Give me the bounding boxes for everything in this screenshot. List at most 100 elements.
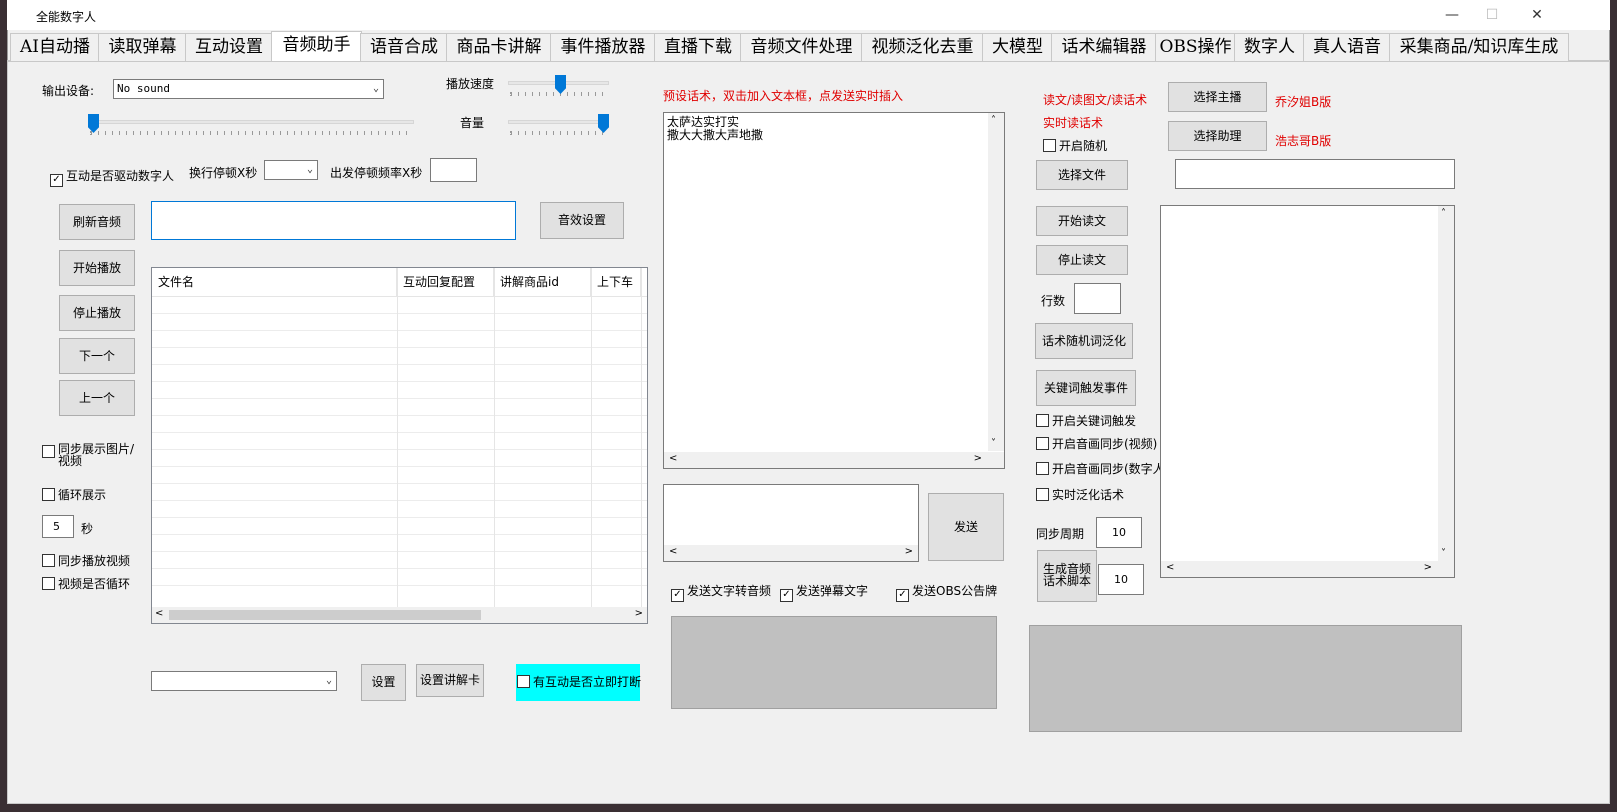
tab-live-download[interactable]: 直播下载 (654, 33, 742, 61)
table-row[interactable] (152, 483, 647, 484)
bottom-select[interactable]: ⌄ (151, 671, 337, 691)
scroll-right-icon[interactable]: > (635, 608, 643, 619)
column-header-product-id[interactable]: 讲解商品id (494, 268, 591, 296)
loop-show-checkbox[interactable]: 循环展示 (42, 486, 106, 503)
table-row[interactable] (152, 517, 647, 518)
show-seconds-input[interactable]: 5 (42, 515, 74, 538)
generate-count-input[interactable]: 10 (1098, 564, 1144, 595)
table-row[interactable] (152, 500, 647, 501)
interrupt-checkbox[interactable]: 有互动是否立即打断 (516, 664, 641, 701)
column-header-extra[interactable]: E (641, 268, 647, 296)
table-row[interactable] (152, 466, 647, 467)
scroll-right-icon[interactable]: > (1424, 562, 1432, 573)
scroll-left-icon[interactable]: < (1166, 562, 1174, 573)
column-header-reply-config[interactable]: 互动回复配置 (397, 268, 494, 296)
audio-text-input[interactable] (151, 201, 516, 240)
select-host-button[interactable]: 选择主播 (1168, 82, 1267, 112)
table-row[interactable] (152, 432, 647, 433)
preset-vertical-scrollbar[interactable]: ˄ ˅ (988, 113, 1004, 451)
tab-audio-assistant[interactable]: 音频助手 (271, 31, 362, 63)
scrollbar-thumb[interactable] (169, 610, 481, 620)
minimize-button[interactable]: — (1432, 4, 1472, 26)
table-row[interactable] (152, 551, 647, 552)
stop-read-button[interactable]: 停止读文 (1036, 245, 1128, 275)
column-header-on-off[interactable]: 上下车 (591, 268, 641, 296)
drive-digital-human-checkbox[interactable]: ✓ 互动是否驱动数字人 (50, 167, 174, 187)
volume-slider[interactable] (508, 113, 609, 137)
av-sync-video-checkbox[interactable]: 开启音画同步(视频) (1036, 435, 1157, 452)
sync-period-input[interactable]: 10 (1096, 517, 1142, 548)
tab-ai-autoplay[interactable]: AI自动播 (10, 33, 100, 61)
table-row[interactable] (152, 534, 647, 535)
tab-llm[interactable]: 大模型 (982, 33, 1053, 61)
next-button[interactable]: 下一个 (59, 338, 135, 374)
scroll-left-icon[interactable]: < (155, 608, 163, 619)
speed-slider[interactable] (508, 74, 609, 98)
tab-digital-human[interactable]: 数字人 (1234, 33, 1305, 61)
scroll-up-icon[interactable]: ˄ (991, 115, 996, 126)
close-button[interactable]: ✕ (1517, 4, 1557, 26)
scroll-down-icon[interactable]: ˅ (991, 438, 996, 449)
file-path-input[interactable] (1175, 159, 1455, 189)
read-text-vertical-scrollbar[interactable]: ˄ ˅ (1438, 206, 1454, 561)
tab-audio-file[interactable]: 音频文件处理 (740, 33, 863, 61)
grid-horizontal-scrollbar[interactable]: < > (152, 607, 647, 623)
tab-speech-synthesis[interactable]: 语音合成 (360, 33, 448, 61)
table-row[interactable] (152, 330, 647, 331)
scroll-left-icon[interactable]: < (669, 546, 677, 557)
table-row[interactable] (152, 347, 647, 348)
start-read-button[interactable]: 开始读文 (1036, 206, 1128, 236)
set-card-button[interactable]: 设置讲解卡 (416, 664, 484, 697)
scroll-right-icon[interactable]: > (905, 546, 913, 557)
send-text-box[interactable]: < > (663, 484, 919, 562)
stop-button[interactable]: 停止播放 (59, 295, 135, 331)
rows-input[interactable] (1074, 283, 1121, 314)
send-tts-checkbox[interactable]: ✓ 发送文字转音频 (671, 582, 771, 602)
tab-collect-products[interactable]: 采集商品/知识库生成 (1389, 33, 1569, 61)
tab-real-voice[interactable]: 真人语音 (1303, 33, 1391, 61)
send-button[interactable]: 发送 (928, 493, 1004, 561)
tab-read-danmaku[interactable]: 读取弹幕 (98, 33, 187, 61)
play-button[interactable]: 开始播放 (59, 250, 135, 286)
scroll-right-icon[interactable]: > (974, 453, 982, 464)
tab-obs[interactable]: OBS操作 (1155, 33, 1236, 61)
tab-product-card[interactable]: 商品卡讲解 (446, 33, 552, 61)
scroll-down-icon[interactable]: ˅ (1441, 548, 1446, 559)
audio-file-grid[interactable]: 文件名 互动回复配置 讲解商品id 上下车 E < > (151, 267, 648, 624)
send-obs-checkbox[interactable]: ✓ 发送OBS公告牌 (896, 582, 997, 602)
table-row[interactable] (152, 398, 647, 399)
output-device-select[interactable]: No sound ⌄ (113, 79, 384, 99)
read-text-horizontal-scrollbar[interactable]: < > (1161, 561, 1454, 577)
device-level-slider[interactable] (88, 113, 414, 137)
prev-button[interactable]: 上一个 (59, 380, 135, 416)
table-row[interactable] (152, 415, 647, 416)
scroll-up-icon[interactable]: ˄ (1441, 208, 1446, 219)
scroll-left-icon[interactable]: < (669, 453, 677, 464)
tab-event-player[interactable]: 事件播放器 (550, 33, 656, 61)
table-row[interactable] (152, 449, 647, 450)
table-row[interactable] (152, 585, 647, 586)
trigger-freq-input[interactable] (430, 158, 477, 182)
line-pause-select[interactable]: ⌄ (264, 160, 318, 180)
maximize-button[interactable]: ☐ (1472, 4, 1512, 26)
table-row[interactable] (152, 364, 647, 365)
video-loop-checkbox[interactable]: 视频是否循环 (42, 575, 130, 592)
generate-audio-button[interactable]: 生成音频 话术脚本 (1037, 550, 1097, 602)
tab-interaction-settings[interactable]: 互动设置 (185, 33, 273, 61)
select-assistant-button[interactable]: 选择助理 (1168, 121, 1267, 151)
sync-play-video-checkbox[interactable]: 同步播放视频 (42, 552, 130, 569)
tab-script-editor[interactable]: 话术编辑器 (1051, 33, 1157, 61)
realtime-generalize-checkbox[interactable]: 实时泛化话术 (1036, 486, 1124, 503)
preset-script-text[interactable]: 太萨达实打实 撒大大撒大声地撒 (664, 113, 988, 451)
tab-video-dedup[interactable]: 视频泛化去重 (861, 33, 984, 61)
random-word-button[interactable]: 话术随机词泛化 (1035, 323, 1133, 359)
select-file-button[interactable]: 选择文件 (1036, 160, 1128, 190)
preset-horizontal-scrollbar[interactable]: < > (664, 452, 1004, 468)
random-checkbox[interactable]: 开启随机 (1043, 137, 1107, 154)
table-row[interactable] (152, 568, 647, 569)
preset-script-list[interactable]: 太萨达实打实 撒大大撒大声地撒 ˄ ˅ < > (663, 112, 1005, 469)
effects-settings-button[interactable]: 音效设置 (540, 202, 624, 239)
av-sync-digital-checkbox[interactable]: 开启音画同步(数字人 (1036, 460, 1161, 477)
set-button[interactable]: 设置 (361, 664, 406, 701)
read-text-area[interactable]: ˄ ˅ < > (1160, 205, 1455, 578)
